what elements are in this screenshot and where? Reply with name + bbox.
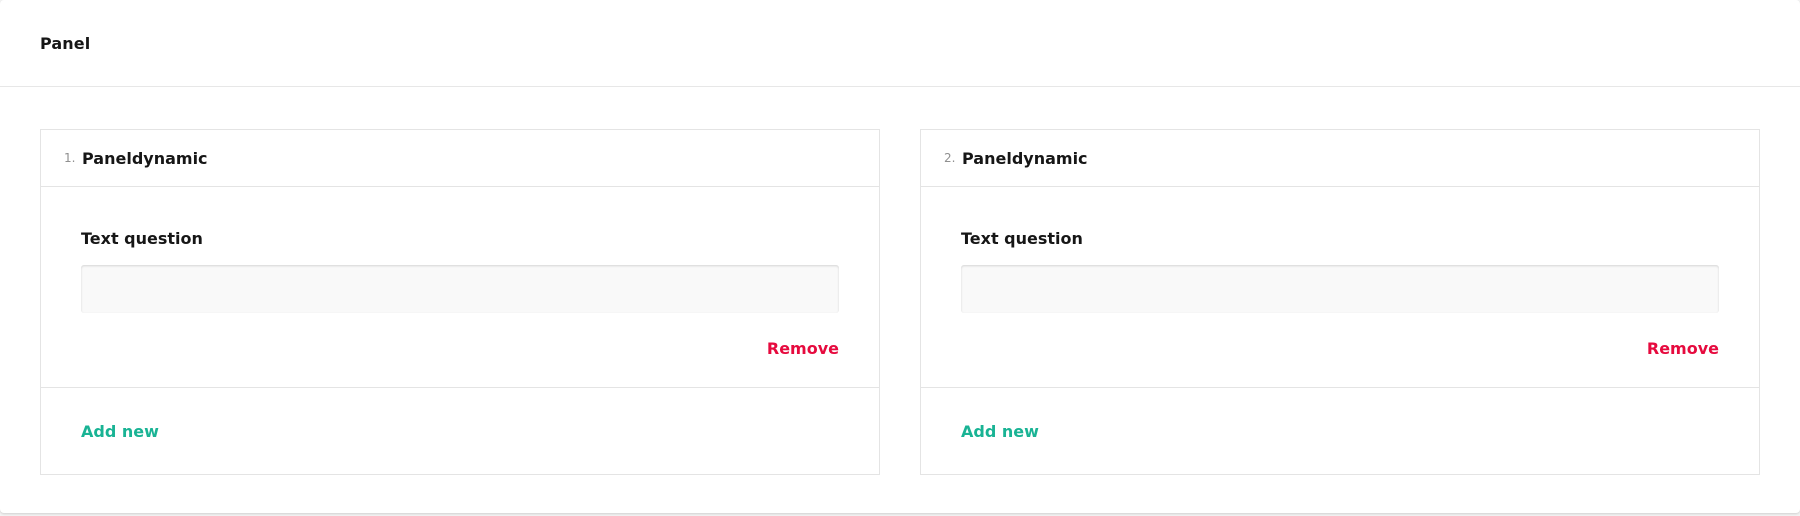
text-question-input[interactable] [961, 265, 1719, 313]
dynamic-panel-entry: 2. Paneldynamic Text question Remove Add… [920, 129, 1760, 475]
dynamic-panel-entry: 1. Paneldynamic Text question Remove Add… [40, 129, 880, 475]
remove-button[interactable]: Remove [1647, 339, 1719, 358]
entry-title: Paneldynamic [82, 148, 208, 168]
entry-number: 2. [944, 151, 956, 165]
add-new-button[interactable]: Add new [81, 422, 159, 441]
text-question-label: Text question [81, 229, 203, 248]
remove-row: Remove [961, 339, 1719, 358]
add-new-button[interactable]: Add new [961, 422, 1039, 441]
entry-body: Text question Remove [921, 187, 1759, 388]
remove-row: Remove [81, 339, 839, 358]
entry-footer: Add new [41, 388, 879, 474]
dynamic-panel-list: 1. Paneldynamic Text question Remove Add… [40, 129, 1760, 475]
remove-button[interactable]: Remove [767, 339, 839, 358]
panel-title: Panel [40, 33, 91, 53]
entry-footer: Add new [921, 388, 1759, 474]
entry-title: Paneldynamic [962, 148, 1088, 168]
text-question-label: Text question [961, 229, 1083, 248]
entry-number: 1. [64, 151, 76, 165]
entry-body: Text question Remove [41, 187, 879, 388]
panel-container: Panel 1. Paneldynamic Text question Remo… [0, 0, 1800, 513]
entry-header: 2. Paneldynamic [921, 130, 1759, 187]
entry-header: 1. Paneldynamic [41, 130, 879, 187]
text-question-input[interactable] [81, 265, 839, 313]
panel-header: Panel [0, 0, 1800, 87]
